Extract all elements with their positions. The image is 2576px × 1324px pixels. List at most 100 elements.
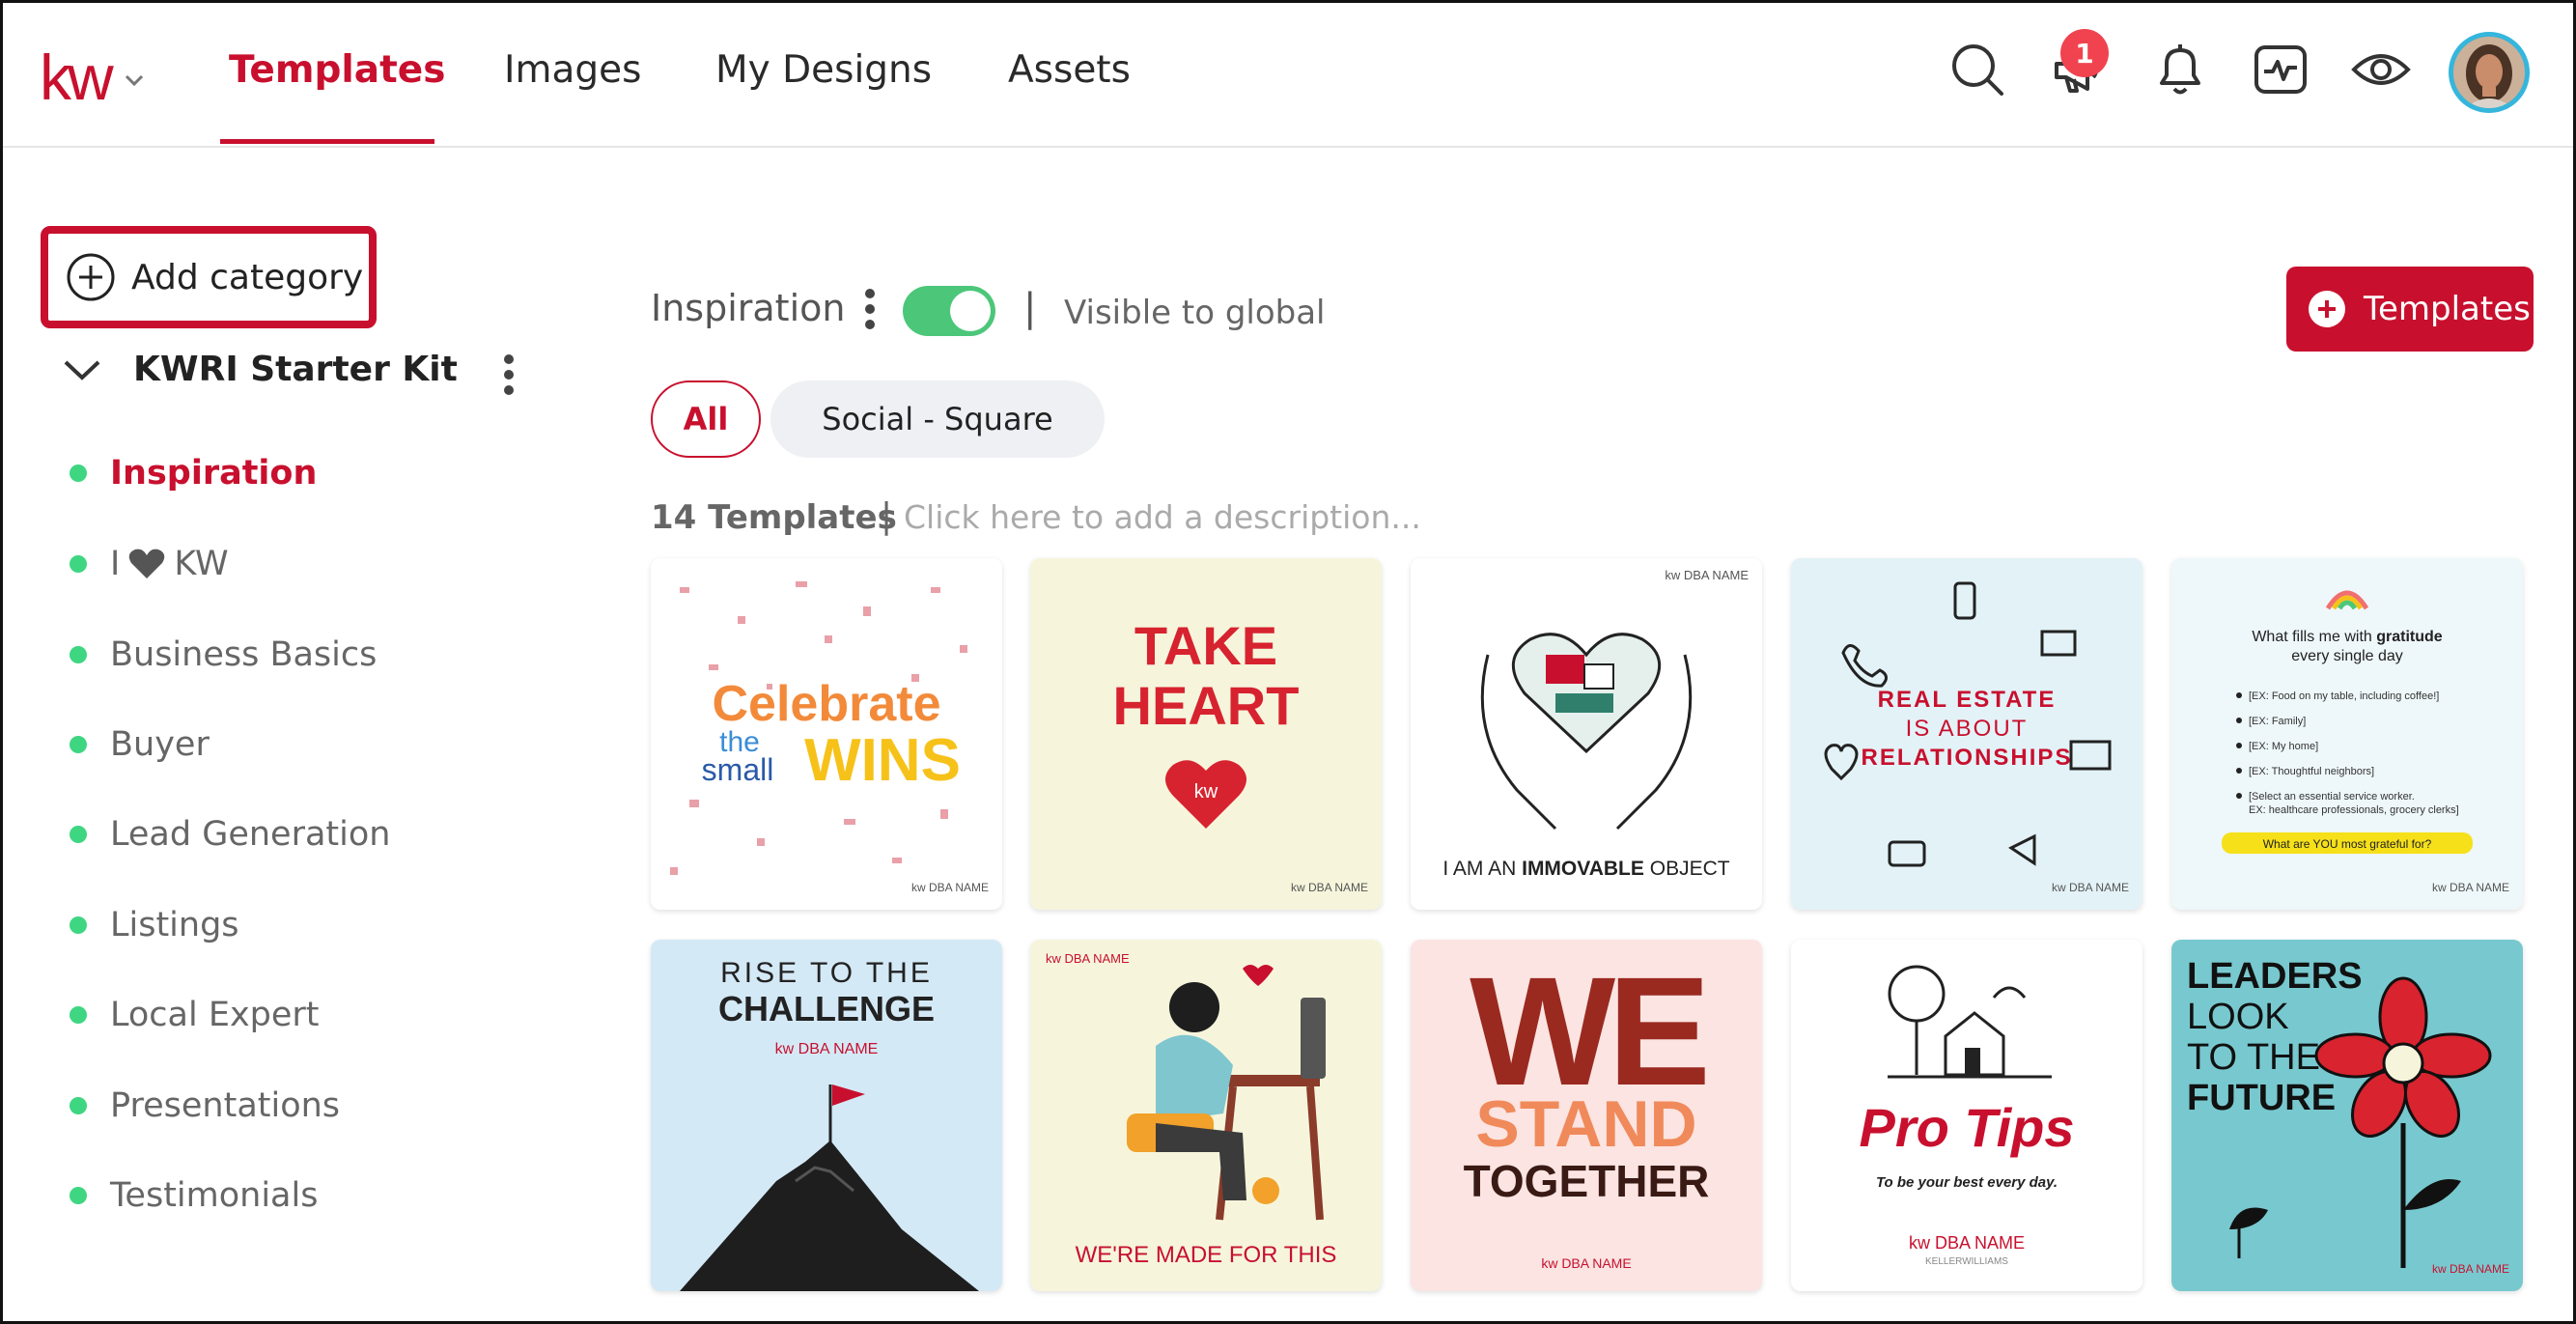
template-card-take-heart[interactable]: TAKE HEART kw kw DBA NAME bbox=[1030, 558, 1382, 910]
card-footer: kw DBA NAME bbox=[2432, 1262, 2509, 1276]
template-card-pro-tips[interactable]: Pro Tips To be your best every day. kw D… bbox=[1791, 940, 2142, 1291]
user-avatar[interactable] bbox=[2449, 32, 2530, 113]
status-dot bbox=[70, 736, 87, 753]
sidebar-item-label: I bbox=[110, 545, 121, 583]
template-card-made-for-this[interactable]: kw DBA NAME WE'RE MADE FOR THIS bbox=[1030, 940, 1382, 1291]
activity-icon[interactable] bbox=[2250, 39, 2311, 100]
template-card-gratitude[interactable]: What fills me with gratitude every singl… bbox=[2171, 558, 2523, 910]
tab-assets[interactable]: Assets bbox=[1008, 48, 1131, 92]
template-card-we-stand[interactable]: WE STAND TOGETHER kw DBA NAME bbox=[1411, 940, 1762, 1291]
status-dot bbox=[70, 555, 87, 573]
sidebar-item-i-love-kw[interactable]: I KW bbox=[70, 545, 229, 583]
svg-text:I AM AN IMMOVABLE OBJECT: I AM AN IMMOVABLE OBJECT bbox=[1442, 858, 1729, 880]
sidebar-item-presentations[interactable]: Presentations bbox=[70, 1086, 340, 1125]
card-text: Pro Tips bbox=[1859, 1097, 2074, 1158]
status-dot bbox=[70, 1006, 87, 1024]
card-text: RELATIONSHIPS bbox=[1862, 745, 2073, 771]
template-card-immovable[interactable]: kw DBA NAME I AM AN IMMOVABLE OBJECT bbox=[1411, 558, 1762, 910]
card-footer: kw DBA NAME bbox=[1291, 881, 1368, 894]
card-text: LEADERS bbox=[2187, 956, 2363, 997]
announcement-badge: 1 bbox=[2060, 29, 2109, 77]
card-text: TOGETHER bbox=[1464, 1156, 1710, 1206]
heart-icon bbox=[129, 549, 165, 578]
template-card-leaders[interactable]: LEADERS LOOK TO THE FUTURE kw DBA NAME bbox=[2171, 940, 2523, 1291]
sidebar-item-local-expert[interactable]: Local Expert bbox=[70, 996, 320, 1034]
status-dot bbox=[70, 465, 87, 482]
template-card-rise-challenge[interactable]: RISE TO THE CHALLENGE kw DBA NAME bbox=[651, 940, 1002, 1291]
visibility-label: Visible to global bbox=[1064, 294, 1326, 332]
card-text: RISE TO THE bbox=[720, 957, 933, 989]
tab-images[interactable]: Images bbox=[504, 48, 641, 92]
card-text: [Select an essential service worker. bbox=[2249, 791, 2415, 803]
card-text: OBJECT bbox=[1650, 858, 1730, 880]
card-text: TAKE bbox=[1134, 615, 1277, 676]
sidebar-item-buyer[interactable]: Buyer bbox=[70, 725, 210, 764]
description-placeholder[interactable]: Click here to add a description... bbox=[904, 498, 1421, 536]
kw-logo-menu[interactable]: kw bbox=[40, 45, 145, 109]
card-text: IMMOVABLE bbox=[1522, 858, 1644, 880]
category-more-icon[interactable] bbox=[863, 288, 877, 334]
add-templates-button[interactable]: Templates bbox=[2286, 267, 2534, 352]
card-footer: kw DBA NAME bbox=[911, 881, 989, 894]
search-icon[interactable] bbox=[1946, 39, 2008, 100]
card-text: STAND bbox=[1475, 1087, 1696, 1161]
sidebar-item-business-basics[interactable]: Business Basics bbox=[70, 635, 377, 674]
sidebar-item-label-suffix: KW bbox=[174, 545, 229, 583]
eye-icon[interactable] bbox=[2350, 39, 2412, 100]
separator: | bbox=[881, 496, 893, 536]
card-text: Celebrate bbox=[713, 676, 941, 732]
sidebar-item-label: Inspiration bbox=[110, 454, 318, 493]
plus-circle-icon bbox=[67, 253, 115, 301]
card-header: kw DBA NAME bbox=[1665, 568, 1749, 582]
category-title[interactable]: Inspiration bbox=[651, 287, 845, 329]
card-text: gratitude bbox=[2376, 629, 2443, 645]
card-text: KELLERWILLIAMS bbox=[1925, 1256, 2008, 1267]
sidebar-item-testimonials[interactable]: Testimonials bbox=[70, 1176, 318, 1215]
filter-chip-social-square[interactable]: Social - Square bbox=[770, 380, 1105, 458]
card-footer: kw DBA NAME bbox=[2432, 881, 2509, 894]
active-tab-indicator bbox=[220, 139, 434, 144]
add-category-button[interactable]: Add category bbox=[41, 226, 377, 328]
template-card-celebrate[interactable]: Celebrate the small WINS kw DBA NAME bbox=[651, 558, 1002, 910]
sidebar-item-label: Testimonials bbox=[110, 1176, 319, 1215]
kit-more-icon[interactable] bbox=[502, 353, 516, 400]
card-footer: kw DBA NAME bbox=[1541, 1255, 1631, 1271]
tab-templates[interactable]: Templates bbox=[229, 48, 445, 92]
card-text: [EX: Thoughtful neighbors] bbox=[2249, 766, 2374, 777]
card-text: LOOK bbox=[2187, 997, 2289, 1037]
chevron-down-icon bbox=[64, 360, 100, 380]
separator: | bbox=[1023, 286, 1037, 330]
card-text: [EX: Family] bbox=[2249, 716, 2306, 727]
template-card-relationships[interactable]: REAL ESTATE IS ABOUT RELATIONSHIPS kw DB… bbox=[1791, 558, 2142, 910]
sidebar-item-listings[interactable]: Listings bbox=[70, 906, 239, 944]
add-templates-label: Templates bbox=[2364, 290, 2531, 328]
bell-icon[interactable] bbox=[2149, 39, 2211, 100]
sidebar-item-lead-generation[interactable]: Lead Generation bbox=[70, 815, 390, 854]
filter-chip-all[interactable]: All bbox=[651, 380, 761, 458]
card-text: FUTURE bbox=[2187, 1078, 2336, 1118]
card-text: HEART bbox=[1113, 675, 1300, 736]
sidebar-item-inspiration[interactable]: Inspiration bbox=[70, 454, 317, 493]
status-dot bbox=[70, 826, 87, 843]
card-text: IS ABOUT bbox=[1906, 716, 2029, 742]
plus-circle-icon bbox=[2309, 291, 2345, 327]
toggle-knob bbox=[950, 291, 991, 331]
card-text: What are YOU most grateful for? bbox=[2263, 837, 2432, 851]
card-footer: kw DBA NAME bbox=[2052, 881, 2129, 894]
card-text: [EX: Food on my table, including coffee!… bbox=[2249, 690, 2439, 702]
sidebar-item-label: Lead Generation bbox=[110, 815, 391, 854]
status-dot bbox=[70, 916, 87, 934]
status-dot bbox=[70, 1187, 87, 1204]
chevron-down-icon bbox=[124, 72, 145, 91]
visibility-toggle[interactable] bbox=[903, 286, 995, 336]
card-text: WE'RE MADE FOR THIS bbox=[1076, 1242, 1337, 1268]
card-text: TO THE bbox=[2187, 1037, 2320, 1078]
kit-collapse-toggle[interactable]: KWRI Starter Kit bbox=[62, 350, 458, 389]
tab-my-designs[interactable]: My Designs bbox=[715, 48, 932, 92]
template-count: 14 Templates bbox=[651, 498, 897, 537]
card-text: every single day bbox=[2291, 648, 2403, 664]
sidebar-item-label: Local Expert bbox=[110, 996, 320, 1034]
card-text: What fills me with bbox=[2252, 629, 2371, 645]
card-text: kw bbox=[1194, 781, 1218, 803]
card-text: WINS bbox=[804, 727, 961, 794]
